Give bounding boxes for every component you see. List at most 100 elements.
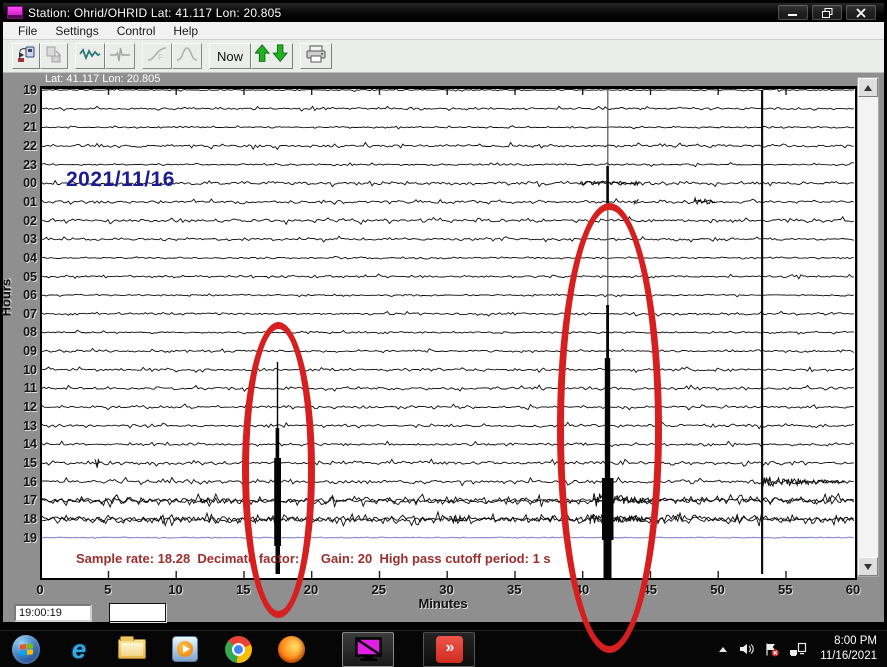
hour-label-23: 18: [5, 512, 37, 526]
vertical-scrollbar[interactable]: [857, 77, 879, 577]
tray-icons: [717, 642, 807, 657]
hour-label-16: 11: [5, 381, 37, 395]
export-disk-button[interactable]: [40, 43, 68, 69]
file-explorer-icon[interactable]: [118, 635, 146, 663]
minute-label-25: 25: [372, 582, 386, 597]
network-icon[interactable]: [789, 642, 807, 656]
minute-label-55: 55: [778, 582, 792, 597]
printer-icon: [304, 44, 328, 69]
hour-label-13: 08: [5, 325, 37, 339]
windows-orb-icon: [12, 635, 40, 664]
hour-label-11: 06: [5, 288, 37, 302]
hidden-icons-arrow[interactable]: [717, 644, 729, 654]
seismograph-app-button[interactable]: [342, 632, 394, 667]
hour-label-14: 09: [5, 344, 37, 358]
title-bar: Station: Ohrid/OHRID Lat: 41.117 Lon: 20…: [3, 3, 884, 22]
open-file-icon: [16, 44, 36, 69]
close-button[interactable]: [846, 5, 876, 20]
minute-label-10: 10: [168, 582, 182, 597]
hour-label-0: 19: [5, 83, 37, 97]
hour-label-12: 07: [5, 307, 37, 321]
minute-label-60: 60: [846, 582, 860, 597]
hour-label-7: 02: [5, 214, 37, 228]
minute-label-20: 20: [304, 582, 318, 597]
hour-label-17: 12: [5, 400, 37, 414]
media-player-icon[interactable]: [171, 635, 199, 663]
app-icon: [7, 6, 23, 19]
clock-date: 11/16/2021: [820, 650, 877, 662]
hour-label-4: 23: [5, 158, 37, 172]
start-button[interactable]: [12, 635, 40, 663]
hour-label-22: 17: [5, 493, 37, 507]
waveform-icon: [79, 44, 101, 69]
minute-label-35: 35: [507, 582, 521, 597]
scroll-up-button[interactable]: [858, 78, 878, 97]
toolbar-group: Now: [209, 43, 293, 69]
bell-curve-icon: [176, 44, 198, 69]
anydesk-icon: »: [436, 636, 463, 663]
waveform-button[interactable]: [75, 43, 105, 69]
anydesk-button[interactable]: »: [423, 632, 475, 667]
now-button-label: Now: [213, 49, 247, 64]
firefox-icon[interactable]: [277, 635, 305, 663]
window-controls: [778, 5, 884, 20]
toolbar-group: [75, 43, 135, 69]
toolbar: F Now: [3, 40, 884, 73]
seismograph-app-icon: [355, 637, 382, 662]
copy-disk-icon: [44, 44, 64, 69]
open-file-button[interactable]: [12, 43, 40, 69]
response-curve-button[interactable]: [172, 43, 202, 69]
taskbar-clock[interactable]: 8:00 PM 11/16/2021: [816, 634, 877, 664]
spike-trace-button[interactable]: [105, 43, 135, 69]
window-title: Station: Ohrid/OHRID Lat: 41.117 Lon: 20…: [28, 6, 281, 20]
taskbar: e» 8:00 PM 11/16/2021: [0, 630, 887, 667]
taskbar-launch-area: e»: [0, 632, 475, 667]
hour-label-5: 00: [5, 176, 37, 190]
minute-label-30: 30: [439, 582, 453, 597]
hour-label-10: 05: [5, 270, 37, 284]
speaker-icon[interactable]: [738, 642, 754, 656]
menu-item-file[interactable]: File: [9, 23, 46, 39]
menu-item-control[interactable]: Control: [108, 23, 165, 39]
minimize-button[interactable]: [778, 5, 808, 20]
hour-label-18: 13: [5, 419, 37, 433]
toolbar-group: [12, 43, 68, 69]
chrome-icon[interactable]: [224, 635, 252, 663]
hour-label-21: 16: [5, 475, 37, 489]
filter-button[interactable]: F: [142, 43, 172, 69]
now-button[interactable]: Now: [209, 43, 251, 69]
up-arrow-icon: [864, 85, 872, 91]
menu-item-help[interactable]: Help: [164, 23, 207, 39]
action-center-icon[interactable]: [763, 642, 780, 657]
scroll-down-button[interactable]: [858, 557, 878, 576]
print-button[interactable]: [300, 43, 332, 69]
minute-label-15: 15: [236, 582, 250, 597]
down-arrow-icon: [864, 564, 872, 570]
hour-label-1: 20: [5, 102, 37, 116]
hour-label-15: 10: [5, 363, 37, 377]
minute-label-50: 50: [710, 582, 724, 597]
hour-label-6: 01: [5, 195, 37, 209]
menu-item-settings[interactable]: Settings: [46, 23, 107, 39]
toolbar-group: [300, 43, 332, 69]
hour-label-3: 22: [5, 139, 37, 153]
minute-label-45: 45: [643, 582, 657, 597]
menu-bar: FileSettingsControlHelp: [3, 22, 884, 40]
hour-label-2: 21: [5, 120, 37, 134]
hour-label-8: 03: [5, 232, 37, 246]
x-axis-label: Minutes: [418, 596, 467, 611]
helicorder-plot: [40, 86, 857, 580]
restore-button[interactable]: [812, 5, 842, 20]
minimize-icon: [788, 8, 798, 17]
hour-label-9: 04: [5, 251, 37, 265]
toolbar-group: F: [142, 43, 202, 69]
blank-field[interactable]: [109, 603, 166, 622]
internet-explorer-icon[interactable]: e: [65, 635, 93, 663]
up-down-arrows-icon: [255, 43, 289, 70]
scroll-up-down-button[interactable]: [251, 43, 293, 69]
sample-info-label: Sample rate: 18.28 Decimate factor: Gain…: [76, 551, 551, 566]
minute-label-0: 0: [36, 582, 43, 597]
hour-label-20: 15: [5, 456, 37, 470]
hour-label-19: 14: [5, 437, 37, 451]
time-field[interactable]: [14, 604, 92, 622]
